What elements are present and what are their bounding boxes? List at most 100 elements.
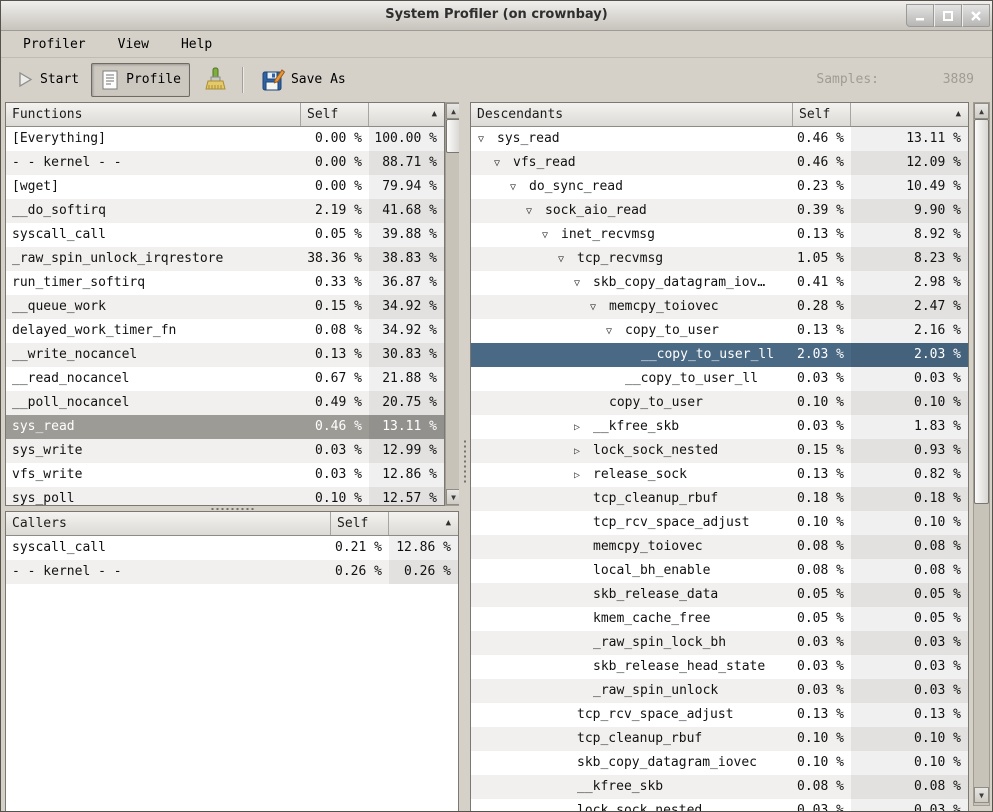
expander-open-icon[interactable]: ▽ <box>606 320 625 343</box>
table-row[interactable]: run_timer_softirq0.33 %36.87 % <box>6 271 444 295</box>
save-as-button[interactable]: Save As <box>253 63 354 97</box>
app-window: System Profiler (on crownbay) Profiler Vi… <box>0 0 993 812</box>
percent-value: 0.03 % <box>793 799 851 812</box>
table-row[interactable]: __read_nocancel0.67 %21.88 % <box>6 367 444 391</box>
scroll-down-icon[interactable]: ▼ <box>974 787 989 803</box>
table-row[interactable]: delayed_work_timer_fn0.08 %34.92 % <box>6 319 444 343</box>
profile-button-label: Profile <box>126 72 181 87</box>
menu-item-help[interactable]: Help <box>171 34 222 55</box>
column-header-total[interactable]: Total ▲ <box>389 512 458 535</box>
tree-row[interactable]: memcpy_toiovec0.08 %0.08 % <box>471 535 968 559</box>
table-row[interactable]: __write_nocancel0.13 %30.83 % <box>6 343 444 367</box>
tree-row[interactable]: __copy_to_user_ll0.03 %0.03 % <box>471 367 968 391</box>
column-header-callers[interactable]: Callers <box>6 512 331 535</box>
column-header-total[interactable]: Total ▲ <box>369 103 444 126</box>
expander-open-icon[interactable]: ▽ <box>558 248 577 271</box>
percent-value: 0.15 % <box>793 439 851 463</box>
expander-open-icon[interactable]: ▽ <box>590 296 609 319</box>
table-row[interactable]: - - kernel - -0.00 %88.71 % <box>6 151 444 175</box>
tree-row[interactable]: __kfree_skb0.08 %0.08 % <box>471 775 968 799</box>
tree-row[interactable]: skb_copy_datagram_iovec0.10 %0.10 % <box>471 751 968 775</box>
tree-row[interactable]: skb_release_head_state0.03 %0.03 % <box>471 655 968 679</box>
table-row[interactable]: __queue_work0.15 %34.92 % <box>6 295 444 319</box>
percent-value: 0.82 % <box>851 463 968 487</box>
percent-value: 0.46 % <box>301 415 369 439</box>
expander-open-icon[interactable]: ▽ <box>542 224 561 247</box>
tree-row[interactable]: __copy_to_user_ll2.03 %2.03 % <box>471 343 968 367</box>
descendants-scroll-thumb[interactable] <box>974 119 989 504</box>
table-row[interactable]: syscall_call0.21 %12.86 % <box>6 536 458 560</box>
percent-value: 0.13 % <box>851 703 968 727</box>
menu-item-profiler[interactable]: Profiler <box>13 34 96 55</box>
expander-closed-icon[interactable]: ▷ <box>574 440 593 463</box>
tree-row[interactable]: ▷lock_sock_nested0.15 %0.93 % <box>471 439 968 463</box>
table-row[interactable]: __do_softirq2.19 %41.68 % <box>6 199 444 223</box>
tree-row[interactable]: tcp_rcv_space_adjust0.10 %0.10 % <box>471 511 968 535</box>
table-row[interactable]: vfs_write0.03 %12.86 % <box>6 463 444 487</box>
scroll-up-icon[interactable]: ▲ <box>974 103 989 119</box>
expander-open-icon[interactable]: ▽ <box>526 200 545 223</box>
descendants-scrollbar[interactable]: ▲ ▼ <box>973 102 990 806</box>
table-row[interactable]: __poll_nocancel0.49 %20.75 % <box>6 391 444 415</box>
tree-row[interactable]: ▽skb_copy_datagram_iov…0.41 %2.98 % <box>471 271 968 295</box>
table-row[interactable]: syscall_call0.05 %39.88 % <box>6 223 444 247</box>
table-row[interactable]: [Everything]0.00 %100.00 % <box>6 127 444 151</box>
tree-row[interactable]: _raw_spin_unlock0.03 %0.03 % <box>471 679 968 703</box>
column-header-self[interactable]: Self <box>301 103 369 126</box>
tree-row[interactable]: tcp_rcv_space_adjust0.13 %0.13 % <box>471 703 968 727</box>
table-row[interactable]: - - kernel - -0.26 %0.26 % <box>6 560 458 584</box>
close-button[interactable] <box>962 4 990 27</box>
tree-row[interactable]: _raw_spin_lock_bh0.03 %0.03 % <box>471 631 968 655</box>
tree-row[interactable]: ▽copy_to_user0.13 %2.16 % <box>471 319 968 343</box>
table-row[interactable]: sys_poll0.10 %12.57 % <box>6 487 444 505</box>
minimize-button[interactable] <box>906 4 934 27</box>
expander-open-icon[interactable]: ▽ <box>510 176 529 199</box>
maximize-button[interactable] <box>934 4 962 27</box>
function-name: syscall_call <box>6 223 301 247</box>
tree-row[interactable]: ▽vfs_read0.46 %12.09 % <box>471 151 968 175</box>
tree-row[interactable]: local_bh_enable0.08 %0.08 % <box>471 559 968 583</box>
column-header-functions[interactable]: Functions <box>6 103 301 126</box>
column-header-descendants[interactable]: Descendants <box>471 103 793 126</box>
tree-cell: __kfree_skb <box>471 775 793 799</box>
table-row[interactable]: _raw_spin_unlock_irqrestore38.36 %38.83 … <box>6 247 444 271</box>
table-row[interactable]: [wget]0.00 %79.94 % <box>6 175 444 199</box>
tree-row[interactable]: ▽sock_aio_read0.39 %9.90 % <box>471 199 968 223</box>
tree-row[interactable]: tcp_cleanup_rbuf0.10 %0.10 % <box>471 727 968 751</box>
tree-row[interactable]: kmem_cache_free0.05 %0.05 % <box>471 607 968 631</box>
menu-item-view[interactable]: View <box>108 34 159 55</box>
main-pane-splitter[interactable] <box>459 102 470 812</box>
tree-row[interactable]: copy_to_user0.10 %0.10 % <box>471 391 968 415</box>
column-header-self[interactable]: Self <box>331 512 389 535</box>
table-row[interactable]: sys_read0.46 %13.11 % <box>6 415 444 439</box>
table-row[interactable]: sys_write0.03 %12.99 % <box>6 439 444 463</box>
titlebar: System Profiler (on crownbay) <box>1 1 992 31</box>
percent-value: 0.05 % <box>301 223 369 247</box>
descendants-scroll-track[interactable] <box>974 119 989 787</box>
percent-value: 0.08 % <box>793 775 851 799</box>
expander-open-icon[interactable]: ▽ <box>574 272 593 295</box>
tree-row[interactable]: ▽inet_recvmsg0.13 %8.92 % <box>471 223 968 247</box>
profile-toggle-button[interactable]: Profile <box>91 63 190 97</box>
expander-open-icon[interactable]: ▽ <box>494 152 513 175</box>
tree-cell: ▽inet_recvmsg <box>471 223 793 247</box>
start-button[interactable]: Start <box>9 63 87 97</box>
tree-cell: skb_release_data <box>471 583 793 607</box>
tree-row[interactable]: ▽do_sync_read0.23 %10.49 % <box>471 175 968 199</box>
expander-open-icon[interactable]: ▽ <box>478 128 497 151</box>
tree-row[interactable]: skb_release_data0.05 %0.05 % <box>471 583 968 607</box>
percent-value: 0.03 % <box>851 655 968 679</box>
tree-row[interactable]: tcp_cleanup_rbuf0.18 %0.18 % <box>471 487 968 511</box>
tree-row[interactable]: ▽tcp_recvmsg1.05 %8.23 % <box>471 247 968 271</box>
expander-closed-icon[interactable]: ▷ <box>574 416 593 439</box>
reset-button[interactable] <box>194 63 236 97</box>
tree-row[interactable]: ▽memcpy_toiovec0.28 %2.47 % <box>471 295 968 319</box>
window-controls <box>906 4 990 27</box>
tree-row[interactable]: ▷__kfree_skb0.03 %1.83 % <box>471 415 968 439</box>
tree-row[interactable]: ▷release_sock0.13 %0.82 % <box>471 463 968 487</box>
column-header-cumulative[interactable]: Cumulative ▲ <box>851 103 968 126</box>
expander-closed-icon[interactable]: ▷ <box>574 464 593 487</box>
tree-row[interactable]: lock_sock_nested0.03 %0.03 % <box>471 799 968 812</box>
tree-row[interactable]: ▽sys_read0.46 %13.11 % <box>471 127 968 151</box>
column-header-self[interactable]: Self <box>793 103 851 126</box>
